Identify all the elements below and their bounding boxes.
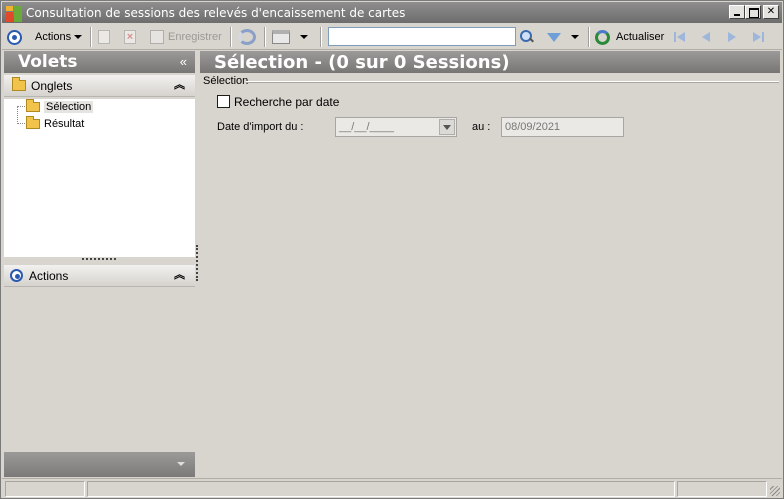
side-panel-footer[interactable] (4, 452, 195, 477)
save-button[interactable]: Enregistrer (150, 28, 222, 46)
delete-button[interactable]: × (124, 28, 136, 46)
status-cell (87, 481, 675, 497)
tree-item-result[interactable]: Résultat (26, 115, 85, 131)
date-search-checkbox[interactable] (217, 95, 230, 108)
actions-icon (10, 269, 23, 282)
search-field[interactable] (328, 27, 516, 46)
date-search-label[interactable]: Recherche par date (234, 95, 339, 109)
tabs-tree: Sélection Résultat (4, 98, 195, 257)
fieldset-divider (246, 81, 779, 83)
toolbar-separator (264, 27, 266, 47)
refresh-icon (595, 29, 610, 45)
document-icon (98, 30, 110, 44)
print-button[interactable] (272, 28, 308, 46)
search-input[interactable] (329, 28, 515, 45)
actions-menu-label: Actions (35, 31, 72, 43)
chevron-down-icon[interactable] (177, 462, 185, 466)
search-icon (520, 30, 534, 44)
tabs-group-label: Onglets (31, 78, 73, 93)
side-panel: Volets « Onglets ︽ Sélection Résultat Ac… (4, 51, 195, 477)
status-cell (677, 481, 767, 497)
toolbar-separator (320, 27, 322, 47)
tabs-group-header[interactable]: Onglets ︽ (4, 75, 195, 97)
side-panel-title: Volets (18, 52, 78, 72)
panel-splitter[interactable] (82, 258, 116, 260)
tree-item-label: Résultat (44, 117, 85, 130)
new-document-button[interactable] (98, 28, 110, 46)
caret-down-icon (300, 35, 308, 39)
first-icon (673, 30, 687, 44)
resize-grip-icon[interactable] (770, 486, 780, 496)
date-from-label: Date d'import du : (217, 121, 304, 133)
delete-icon: × (124, 30, 136, 44)
maximize-button[interactable] (745, 5, 761, 19)
fieldset-legend: Sélection (203, 75, 249, 87)
folder-icon (26, 115, 40, 129)
save-label: Enregistrer (168, 31, 222, 43)
vertical-splitter[interactable] (196, 245, 198, 281)
actions-menu-button[interactable]: Actions (35, 28, 83, 46)
date-to-value: 08/09/2021 (505, 121, 561, 133)
next-record-button[interactable] (725, 28, 739, 46)
sync-icon (238, 29, 256, 45)
toolbar: Actions × Enregistrer Actualiser (2, 24, 782, 50)
status-bar (2, 478, 782, 498)
status-cell (5, 481, 85, 497)
date-to-field[interactable]: 08/09/2021 (501, 117, 624, 137)
tree-item-label: Sélection (44, 100, 94, 113)
tree-item-selection[interactable]: Sélection (26, 98, 94, 114)
last-icon (751, 30, 765, 44)
open-folder-icon (26, 98, 40, 112)
collapse-panel-button[interactable]: « (180, 54, 187, 69)
close-button[interactable]: ✕ (763, 5, 779, 19)
filter-button[interactable] (547, 28, 579, 46)
side-panel-header: Volets « (4, 51, 195, 73)
date-to-label: au : (472, 121, 491, 133)
actions-ring-icon[interactable] (7, 28, 22, 46)
window-title: Consultation de sessions des relevés d'e… (26, 6, 406, 20)
title-bar[interactable]: Consultation de sessions des relevés d'e… (2, 2, 782, 23)
toolbar-separator (90, 27, 92, 47)
first-record-button[interactable] (673, 28, 687, 46)
previous-record-button[interactable] (699, 28, 713, 46)
main-header: Sélection - (0 sur 0 Sessions) (200, 51, 780, 73)
toolbar-separator (588, 27, 590, 47)
dropdown-arrow-icon[interactable] (439, 119, 455, 135)
toolbar-separator (230, 27, 232, 47)
chevron-up-icon[interactable]: ︽ (174, 270, 185, 281)
date-from-value: __/__/____ (339, 121, 395, 133)
app-logo-icon (6, 6, 22, 22)
last-record-button[interactable] (751, 28, 765, 46)
date-from-picker[interactable]: __/__/____ (335, 117, 457, 137)
caret-down-icon (571, 35, 579, 39)
next-icon (725, 30, 739, 44)
filter-icon (547, 32, 561, 42)
caret-down-icon (74, 35, 83, 39)
app-window: Consultation de sessions des relevés d'e… (0, 0, 784, 499)
minimize-button[interactable] (729, 5, 745, 19)
previous-icon (699, 30, 713, 44)
page-title: Sélection - (0 sur 0 Sessions) (214, 52, 510, 73)
chevron-up-icon[interactable]: ︽ (174, 80, 185, 91)
refresh-button[interactable]: Actualiser (595, 28, 664, 46)
folder-icon (12, 77, 26, 91)
actions-group-header[interactable]: Actions ︽ (4, 265, 195, 287)
sync-button[interactable] (238, 28, 256, 46)
refresh-label: Actualiser (616, 31, 665, 43)
search-button[interactable] (520, 28, 534, 46)
printer-icon (272, 30, 290, 44)
save-icon (150, 30, 164, 44)
actions-group-label: Actions (29, 268, 69, 283)
